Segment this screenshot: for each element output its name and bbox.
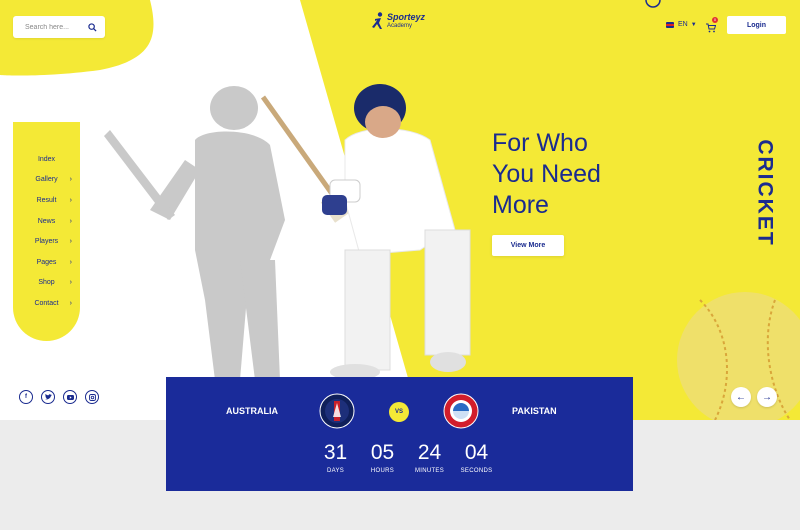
- match-countdown-panel: AUSTRALIA VS PAKISTAN 31 DAYS 05 HOURS 2…: [166, 377, 633, 491]
- sport-label-text: CRICKET: [754, 139, 777, 247]
- search-box[interactable]: [13, 16, 105, 38]
- sidebar-item-pages[interactable]: Pages ›: [13, 252, 80, 273]
- site-logo[interactable]: Sporteyz Academy: [372, 12, 425, 30]
- facebook-icon[interactable]: f: [19, 390, 33, 404]
- countdown: 31 DAYS 05 HOURS 24 MINUTES 04 SECONDS: [312, 441, 500, 474]
- countdown-value: 31: [323, 441, 348, 464]
- social-links: f: [19, 390, 99, 404]
- chevron-right-icon: ›: [69, 258, 72, 266]
- slider-arrows: ← →: [731, 387, 777, 407]
- cart-count-badge: 0: [712, 17, 718, 23]
- countdown-label: SECONDS: [460, 468, 493, 474]
- countdown-minutes: 24 MINUTES: [406, 441, 453, 474]
- flag-icon: [666, 21, 674, 28]
- countdown-label: HOURS: [370, 468, 395, 474]
- headline-line-3: More: [492, 191, 549, 219]
- sidebar-item-players[interactable]: Players ›: [13, 231, 80, 252]
- twitter-icon[interactable]: [41, 390, 55, 404]
- sidebar-item-index[interactable]: Index: [13, 149, 80, 170]
- login-button[interactable]: Login: [727, 16, 786, 34]
- sport-vertical-label: CRICKET: [745, 138, 785, 248]
- countdown-value: 04: [464, 441, 489, 464]
- arrow-left-icon[interactable]: ←: [731, 387, 751, 407]
- chevron-right-icon: ›: [69, 299, 72, 307]
- chevron-right-icon: ›: [69, 196, 72, 204]
- sidebar-item-label: Index: [37, 155, 56, 163]
- logo-subtitle: Academy: [387, 23, 413, 29]
- hero-headline: For Who You Need More: [492, 128, 672, 221]
- small-ball-graphic: [645, 0, 661, 8]
- sidebar-item-label: Pages: [36, 258, 57, 266]
- countdown-value: 24: [417, 441, 442, 464]
- vs-badge: VS: [389, 402, 409, 422]
- search-icon[interactable]: [87, 22, 97, 32]
- logo-name: Sporteyz: [387, 12, 426, 22]
- hero-background: [0, 0, 800, 420]
- sidebar-nav: Index Gallery › Result › News › Players › Pa…: [13, 122, 80, 341]
- sidebar-item-label: News: [37, 217, 56, 225]
- sidebar-item-label: Players: [34, 238, 59, 246]
- sidebar-item-label: Gallery: [35, 176, 58, 184]
- countdown-value: 05: [370, 441, 395, 464]
- countdown-label: DAYS: [326, 468, 345, 474]
- youtube-icon[interactable]: [63, 390, 77, 404]
- chevron-right-icon: ›: [69, 279, 72, 287]
- team-a-name: AUSTRALIA: [226, 406, 278, 416]
- hero-shapes: [0, 0, 800, 420]
- sidebar-item-gallery[interactable]: Gallery ›: [13, 170, 80, 191]
- sidebar-item-shop[interactable]: Shop ›: [13, 273, 80, 294]
- chevron-right-icon: ›: [69, 238, 72, 246]
- countdown-hours: 05 HOURS: [359, 441, 406, 474]
- headline-line-1: For Who: [492, 129, 588, 157]
- team-b-crest-icon: [443, 393, 479, 429]
- chevron-right-icon: ›: [69, 176, 72, 184]
- countdown-days: 31 DAYS: [312, 441, 359, 474]
- search-input[interactable]: [25, 23, 85, 31]
- countdown-label: MINUTES: [414, 468, 445, 474]
- sidebar-item-result[interactable]: Result ›: [13, 190, 80, 211]
- view-more-button[interactable]: View More: [492, 235, 564, 256]
- headline-line-2: You Need: [492, 160, 601, 188]
- team-b-name: PAKISTAN: [512, 406, 557, 416]
- instagram-icon[interactable]: [85, 390, 99, 404]
- countdown-seconds: 04 SECONDS: [453, 441, 500, 474]
- team-a-crest-icon: [319, 393, 355, 429]
- sidebar-item-news[interactable]: News ›: [13, 211, 80, 232]
- arrow-right-icon[interactable]: →: [757, 387, 777, 407]
- sidebar-item-label: Contact: [34, 299, 59, 307]
- language-label: EN: [678, 21, 688, 28]
- runner-icon: [372, 12, 383, 29]
- chevron-down-icon: ▼: [690, 21, 697, 28]
- sidebar-item-label: Result: [36, 196, 57, 204]
- chevron-right-icon: ›: [69, 217, 72, 225]
- language-selector[interactable]: EN ▼: [666, 21, 697, 28]
- sidebar-item-contact[interactable]: Contact ›: [13, 293, 80, 314]
- sidebar-item-label: Shop: [38, 279, 55, 287]
